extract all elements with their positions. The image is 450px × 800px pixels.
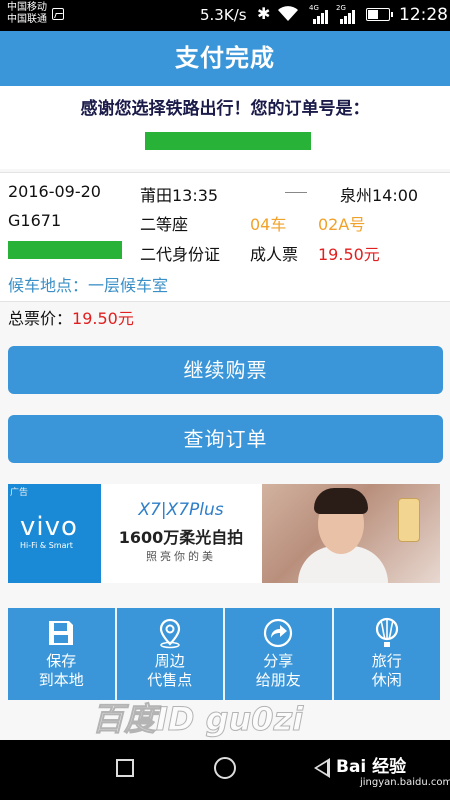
ad-tag: 广告 [10,488,29,498]
bluetooth-icon: ✱ [257,4,271,23]
grid-label-line2: 到本地 [38,671,84,689]
ad-photo [262,484,440,583]
total-price-label: 总票价： [8,309,73,328]
ad-tagline: 照亮你的美 [146,550,216,563]
seat-class: 二等座 [140,215,189,234]
grid-label-line2: 代售点 [147,671,193,689]
save-icon [49,621,74,645]
grid-label-line1: 周边 [154,652,185,670]
watermark-text: 百度ID gu0zi [91,700,304,739]
carrier-2: 中国联通 [7,14,47,25]
vivo-logo: vivo [20,512,78,542]
waiting-location: 候车地点：一层候车室 [8,276,169,295]
travel-date: 2016-09-20 [8,182,101,201]
train-number: G1671 [8,211,62,230]
back-icon[interactable] [314,758,330,778]
ad-brand-panel: 广告 vivo Hi-Fi & Smart [8,484,101,583]
grid-label-line1: 保存 [46,652,77,670]
location-icon [159,618,180,649]
total-price-value: 19.50元 [72,309,134,328]
grid-label-line1: 分享 [263,652,294,670]
id-type: 二代身份证 [140,245,221,264]
route-arrow-icon [285,192,307,193]
signal-1-icon: 4G [309,4,333,24]
ticket-type: 成人票 [250,245,299,264]
seat-number: 02A号 [318,215,366,234]
battery-icon [366,8,393,21]
share-to-friends-button[interactable]: 分享 给朋友 [225,608,332,700]
grid-label-line2: 给朋友 [255,671,301,689]
share-label: 分享 给朋友 [225,652,332,690]
thanks-message: 感谢您选择铁路出行！您的订单号是： [80,99,370,119]
arrival-station-time: 泉州14:00 [340,186,419,205]
query-order-button[interactable]: 查询订单 [8,415,443,463]
clock: 12:28 [399,5,448,25]
grid-label-line1: 旅行 [371,652,402,670]
share-icon [264,618,293,648]
balloon-icon [375,617,398,647]
ad-photo-hair [314,488,368,514]
action-grid: 保存 到本地 周边 代售点 分享 给朋友 旅行 休闲 [8,608,440,700]
home-icon[interactable] [214,757,236,779]
baidu-jingyan-url: jingyan.baidu.com [360,777,450,788]
save-label: 保存 到本地 [8,652,115,690]
departure-station-time: 莆田13:35 [140,186,219,205]
ad-model: X7|X7Plus [138,500,224,520]
carrier-names: 中国移动 中国联通 [7,2,47,26]
travel-leisure-button[interactable]: 旅行 休闲 [333,608,441,700]
total-price: 总票价：19.50元 [8,305,134,329]
travel-label: 旅行 休闲 [334,652,441,690]
image-notification-icon [52,8,64,20]
brand-subtitle: Hi-Fi & Smart [20,541,73,550]
wifi-icon [278,6,298,21]
grid-label-line2: 休闲 [371,671,402,689]
carrier-1: 中国移动 [7,2,47,13]
network-speed: 5.3K/s [200,6,247,24]
ad-banner[interactable]: 广告 vivo Hi-Fi & Smart X7|X7Plus 1600万柔光自… [8,484,440,583]
order-number-masked: ---------------- [145,132,311,150]
thanks-section: 感谢您选择铁路出行！您的订单号是： ---------------- [0,86,450,169]
baidu-jingyan-logo: Bai 经验 [336,757,407,777]
recent-apps-icon[interactable] [116,759,134,777]
continue-purchase-button[interactable]: 继续购票 [8,346,443,394]
save-to-local-button[interactable]: 保存 到本地 [8,608,115,700]
nearby-label: 周边 代售点 [117,652,224,690]
status-bar: 中国移动 中国联通 5.3K/s ✱ 4G 2G 12:28 [0,0,450,31]
signal-2-icon: 2G [336,4,360,24]
nearby-ticket-office-button[interactable]: 周边 代售点 [116,608,224,700]
ad-text-panel: X7|X7Plus 1600万柔光自拍 照亮你的美 [101,484,261,583]
page-title: 支付完成 [0,31,450,86]
car-number: 04车 [250,215,287,234]
ad-photo-phone [398,498,420,542]
ticket-price: 19.50元 [318,245,380,264]
passenger-name-masked [8,241,122,259]
ad-slogan: 1600万柔光自拍 [118,528,244,547]
